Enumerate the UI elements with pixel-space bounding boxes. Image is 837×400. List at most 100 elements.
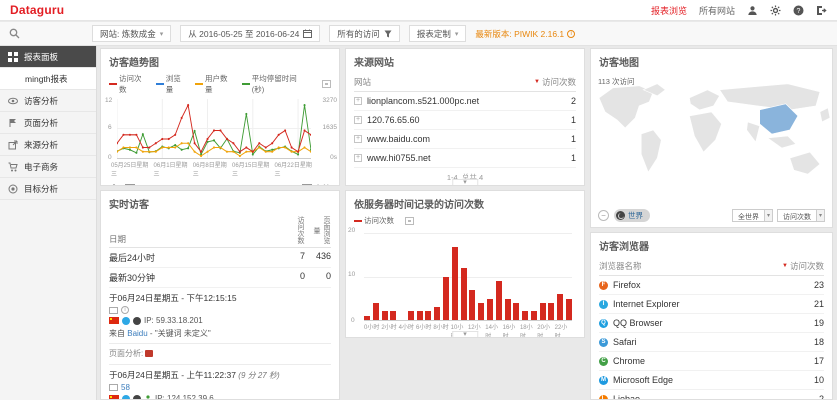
browser-row-Microsoft Edge[interactable]: MMicrosoft Edge10 [599,371,824,390]
data-point[interactable] [135,134,137,136]
bar-5小时[interactable] [408,311,414,320]
data-point[interactable] [194,130,196,132]
bar-1小时[interactable] [373,303,379,320]
data-point[interactable] [291,146,293,148]
data-point[interactable] [181,117,183,119]
trend-chart[interactable] [117,99,311,159]
data-point[interactable] [181,149,183,151]
image-icon[interactable] [125,184,135,186]
data-point[interactable] [226,138,228,140]
referrer-row[interactable]: +www.baidu.com1 [354,130,576,149]
export-icon[interactable] [405,217,414,225]
data-point[interactable] [200,155,202,157]
data-point[interactable] [148,146,150,148]
referrer-row[interactable]: +lionplancom.s521.000pc.net2 [354,92,576,111]
data-point[interactable] [207,151,209,153]
data-point[interactable] [271,142,273,144]
expand-plus-icon[interactable]: + [354,116,362,124]
data-point[interactable] [271,149,273,151]
sidebar-item-目标分析[interactable]: 目标分析 [0,178,96,200]
bar-10小时[interactable] [452,247,458,320]
data-point[interactable] [155,142,157,144]
data-point[interactable] [265,146,267,148]
data-point[interactable] [245,151,247,153]
data-point[interactable] [122,134,124,136]
data-point[interactable] [284,146,286,148]
data-point[interactable] [239,151,241,153]
browser-row-QQ Browser[interactable]: QQQ Browser19 [599,314,824,333]
expand-plus-icon[interactable]: + [354,135,362,143]
data-point[interactable] [258,146,260,148]
column-browser-name[interactable]: 浏览器名称 [599,260,782,272]
data-point[interactable] [161,138,163,140]
data-point[interactable] [181,142,183,144]
expand-plus-icon[interactable]: + [354,154,362,162]
nav-all-websites[interactable]: 所有网站 [699,4,735,17]
data-point[interactable] [252,151,254,153]
expand-arrow[interactable]: ▾ [452,179,478,186]
data-point[interactable] [142,133,144,135]
referrer-row[interactable]: +www.hi0755.net1 [354,149,576,168]
gear-icon[interactable] [770,5,781,16]
bar-12小时[interactable] [469,290,475,320]
sidebar-item-mingth报表[interactable]: mingth报表 [0,68,96,90]
data-point[interactable] [291,151,293,153]
data-point[interactable] [194,142,196,144]
bar-3小时[interactable] [390,311,396,320]
date-range-picker[interactable]: 从 2016-05-25 至 2016-06-24 [180,25,320,42]
data-point[interactable] [122,146,124,148]
column-visits[interactable]: 访问次数 [542,76,576,88]
data-point[interactable] [278,134,280,136]
data-point[interactable] [161,146,163,148]
data-point[interactable] [129,149,131,151]
data-point[interactable] [142,151,144,153]
bar-18小时[interactable] [522,311,528,320]
export-icon[interactable] [109,184,119,186]
bar-17小时[interactable] [513,303,519,320]
bar-15小时[interactable] [496,281,502,320]
bar-16小时[interactable] [505,299,511,321]
data-point[interactable] [135,152,137,154]
bar-7小时[interactable] [425,311,431,320]
bar-13小时[interactable] [478,303,484,320]
column-website[interactable]: 网站 [354,76,534,88]
data-point[interactable] [129,146,131,148]
data-point[interactable] [297,151,299,153]
bar-20小时[interactable] [540,303,546,320]
data-point[interactable] [187,147,189,149]
browser-row-Liebao[interactable]: LLiebao2 [599,390,824,400]
world-view-button[interactable]: 世界 [614,209,650,222]
data-point[interactable] [135,146,137,148]
data-point[interactable] [226,151,228,153]
version-notice[interactable]: 最新版本: PIWIK 2.16.1 i [475,28,575,40]
column-visits[interactable]: 访问次数 [790,260,824,272]
app-logo[interactable]: Dataguru [10,3,64,17]
data-point[interactable] [245,146,247,148]
data-point[interactable] [304,104,306,106]
data-point[interactable] [148,151,150,153]
data-point[interactable] [187,104,189,106]
annotations-toggle[interactable]: 备注 [302,183,331,186]
sidebar-item-电子商务[interactable]: 电子商务 [0,156,96,178]
legend-item[interactable]: 访问次数 [354,215,394,226]
legend-item[interactable]: 浏览量 [156,73,188,95]
data-point[interactable] [284,129,286,131]
browser-row-Firefox[interactable]: FFirefox23 [599,276,824,295]
browser-row-Safari[interactable]: SSafari18 [599,333,824,352]
data-point[interactable] [174,134,176,136]
data-point[interactable] [278,146,280,148]
bar-11小时[interactable] [461,268,467,320]
data-point[interactable] [213,146,215,148]
data-point[interactable] [187,142,189,144]
data-point[interactable] [174,146,176,148]
metric-select[interactable]: 访问次数 ▾ [777,209,825,222]
data-point[interactable] [219,129,221,131]
data-point[interactable] [207,138,209,140]
data-point[interactable] [252,153,254,155]
data-point[interactable] [142,146,144,148]
data-point[interactable] [297,153,299,155]
help-icon[interactable]: ? [793,5,804,16]
report-menu[interactable]: 报表定制 ▾ [409,25,467,42]
data-point[interactable] [200,151,202,153]
data-point[interactable] [168,138,170,140]
